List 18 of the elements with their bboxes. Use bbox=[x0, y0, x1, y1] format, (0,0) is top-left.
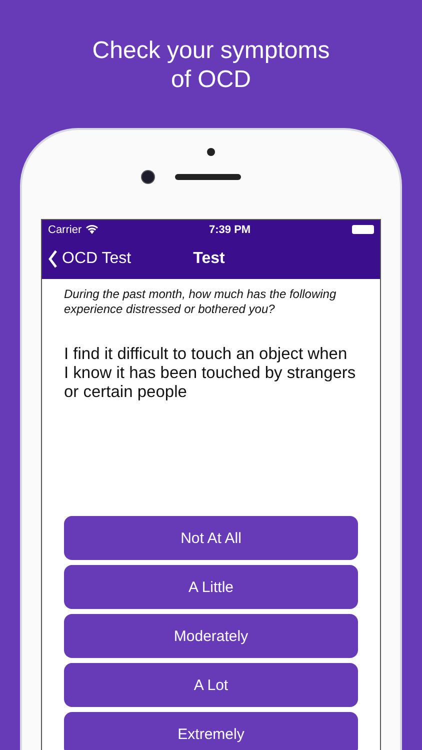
answer-button[interactable]: Extremely bbox=[64, 712, 358, 750]
answer-button[interactable]: A Little bbox=[64, 565, 358, 609]
battery-icon bbox=[352, 225, 374, 234]
speaker-icon bbox=[175, 174, 241, 180]
answer-button[interactable]: Moderately bbox=[64, 614, 358, 658]
camera-icon bbox=[141, 170, 155, 184]
instruction-text: During the past month, how much has the following experience distressed or bothered you? bbox=[64, 287, 338, 317]
nav-title: Test bbox=[193, 250, 225, 267]
wifi-icon bbox=[86, 225, 98, 234]
answer-button[interactable]: Not At All bbox=[64, 516, 358, 560]
chevron-left-icon bbox=[48, 250, 58, 268]
sensor-icon bbox=[207, 148, 215, 156]
question-text: I find it difficult to touch an object when I know it has been touched by strangers or certain people bbox=[64, 345, 356, 402]
answer-button[interactable]: A Lot bbox=[64, 663, 358, 707]
headline: Check your symptoms of OCD bbox=[91, 36, 331, 94]
carrier-label: Carrier bbox=[48, 224, 82, 236]
back-button[interactable]: OCD Test bbox=[48, 250, 132, 268]
status-time: 7:39 PM bbox=[208, 224, 252, 236]
